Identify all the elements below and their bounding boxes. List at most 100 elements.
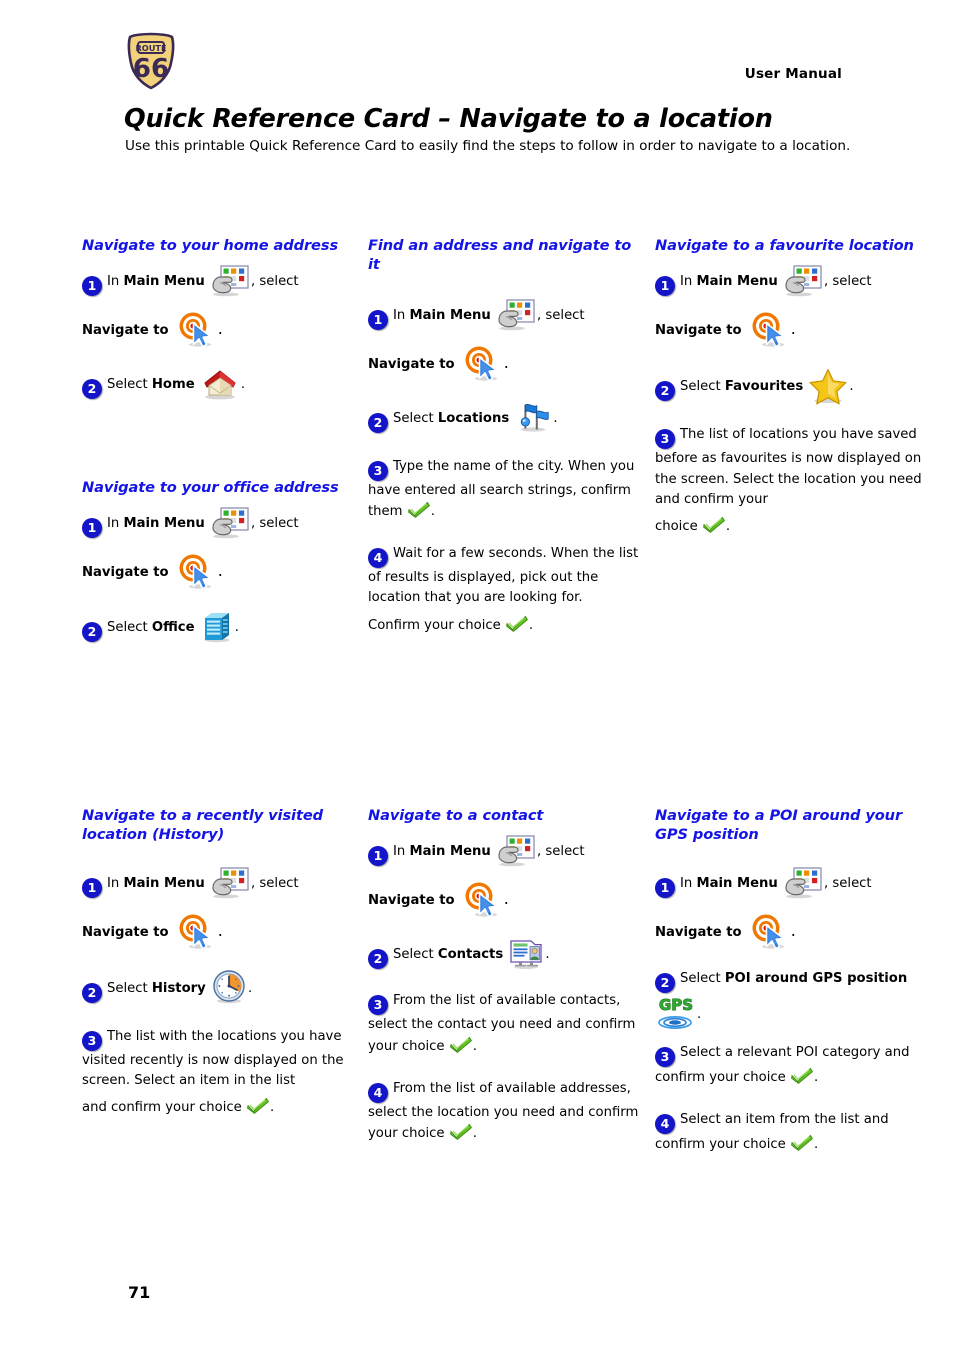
navigate-to-line: Navigate to .	[655, 311, 927, 349]
period: .	[247, 980, 253, 996]
step-2: 2 Select Home .	[82, 367, 354, 401]
main-menu-label: Main Menu	[696, 274, 778, 290]
step-3: 3 Type the name of the city. When you hav…	[368, 457, 640, 523]
main-menu-icon[interactable]	[784, 866, 822, 899]
step-text-select: , select	[251, 274, 299, 290]
navigate-to-label: Navigate to	[655, 924, 742, 940]
step-3: 3 Select a relevant POI category and conf…	[655, 1043, 927, 1088]
step-1: 1 In Main Menu , select	[82, 866, 354, 899]
navigate-to-target-icon[interactable]	[462, 345, 502, 383]
home-house-icon[interactable]	[200, 367, 240, 401]
main-menu-icon[interactable]	[784, 265, 822, 298]
target-label-home: Home	[151, 377, 195, 393]
page-number: 71	[128, 1283, 151, 1302]
step-1: 1 In Main Menu , select	[368, 835, 640, 868]
history-clock-icon[interactable]	[211, 969, 247, 1005]
step-number: 2	[82, 982, 102, 1003]
section-find-address: Find an address and navigate to it 1 In M…	[368, 236, 640, 636]
confirm-text: and confirm your choice	[82, 1100, 242, 1116]
navigate-to-target-icon[interactable]	[749, 913, 789, 951]
section-history-heading: Navigate to a recently visited location …	[82, 807, 323, 844]
navigate-to-line: Navigate to .	[82, 311, 354, 349]
main-menu-icon[interactable]	[497, 835, 535, 868]
step-4: 4 Wait for a few seconds. When the list o…	[368, 544, 640, 636]
navigate-to-target-icon[interactable]	[176, 913, 216, 951]
green-check-icon	[505, 615, 528, 632]
step-text-select: , select	[537, 844, 585, 860]
step-3: 3 The list of locations you have saved be…	[655, 425, 927, 537]
green-check-icon	[790, 1134, 813, 1151]
contacts-card-icon[interactable]	[508, 937, 544, 970]
period: .	[430, 503, 435, 519]
gps-signal-icon[interactable]	[656, 994, 696, 1029]
svg-text:66: 66	[133, 54, 169, 84]
navigate-to-label: Navigate to	[82, 565, 169, 581]
confirm-text: choice	[655, 519, 698, 535]
main-menu-icon[interactable]	[211, 507, 249, 540]
route66-logo: ROUTE 66	[122, 32, 180, 90]
step-text-select: , select	[251, 516, 299, 532]
navigate-to-target-icon[interactable]	[462, 881, 502, 919]
navigate-to-label: Navigate to	[82, 323, 169, 339]
step-4-text: Select an item from the list and confirm…	[655, 1111, 889, 1152]
main-menu-label: Main Menu	[409, 844, 491, 860]
navigate-to-label: Navigate to	[655, 323, 742, 339]
green-check-icon	[702, 516, 725, 534]
green-check-icon	[449, 1123, 472, 1141]
step-3: 3 From the list of available contacts, se…	[368, 991, 640, 1057]
step-number: 3	[82, 1030, 102, 1051]
step-text-in: In	[680, 274, 693, 290]
main-menu-label: Main Menu	[123, 516, 205, 532]
svg-text:ROUTE: ROUTE	[135, 43, 166, 53]
step-number: 1	[368, 846, 388, 867]
period: .	[725, 519, 731, 535]
navigate-to-line: Navigate to .	[82, 553, 354, 591]
page-title: Quick Reference Card – Navigate to a loc…	[124, 104, 773, 134]
target-label-history: History	[151, 980, 206, 996]
main-menu-icon[interactable]	[497, 298, 535, 331]
step-1: 1 In Main Menu , select	[82, 265, 354, 298]
period: .	[813, 1069, 819, 1085]
main-menu-label: Main Menu	[123, 274, 205, 290]
step-number: 3	[655, 429, 675, 450]
navigate-to-target-icon[interactable]	[749, 311, 789, 349]
quick-reference-card-page: ROUTE 66 User Manual Quick Reference Car…	[0, 0, 954, 1350]
office-building-icon[interactable]	[200, 609, 234, 643]
section-office: Navigate to your office address 1 In Main…	[82, 478, 354, 643]
step-1: 1 In Main Menu , select	[368, 298, 640, 331]
user-manual-label: User Manual	[744, 66, 842, 82]
section-home: Navigate to your home address 1 In Main M…	[82, 236, 354, 401]
main-menu-icon[interactable]	[211, 265, 249, 298]
step-2: 2 Select Favourites .	[655, 367, 927, 405]
step-4-text: Wait for a few seconds. When the list of…	[368, 546, 639, 606]
locations-flags-icon[interactable]	[514, 401, 552, 435]
step-number: 3	[368, 460, 388, 481]
period: .	[790, 920, 796, 940]
section-contact: Navigate to a contact 1 In Main Menu , se…	[368, 806, 640, 1145]
section-contact-heading: Navigate to a contact	[368, 807, 544, 824]
step-number: 1	[82, 518, 102, 539]
step-4: 4 Select an item from the list and confir…	[655, 1110, 927, 1155]
period: .	[553, 410, 558, 426]
favourites-star-icon[interactable]	[808, 367, 848, 405]
section-favourite-heading: Navigate to a favourite location	[655, 237, 914, 254]
step-text-in: In	[107, 875, 120, 891]
step-number: 2	[82, 379, 102, 400]
select-label: Select	[393, 410, 434, 426]
green-check-icon	[246, 1097, 269, 1115]
target-label-favourites: Favourites	[724, 379, 804, 395]
step-number: 1	[82, 877, 102, 898]
main-menu-icon[interactable]	[211, 866, 249, 899]
section-office-heading: Navigate to your office address	[82, 479, 339, 496]
select-label: Select	[680, 970, 721, 986]
step-3-text: The list of locations you have saved bef…	[655, 427, 922, 507]
step-number: 2	[368, 949, 388, 970]
step-number: 1	[655, 877, 675, 898]
main-menu-label: Main Menu	[409, 307, 491, 323]
navigate-to-target-icon[interactable]	[176, 553, 216, 591]
select-label: Select	[107, 620, 148, 636]
section-poi: Navigate to a POI around your GPS positi…	[655, 806, 927, 1155]
navigate-to-target-icon[interactable]	[176, 311, 216, 349]
period: .	[269, 1100, 275, 1116]
section-history: Navigate to a recently visited location …	[82, 806, 354, 1118]
